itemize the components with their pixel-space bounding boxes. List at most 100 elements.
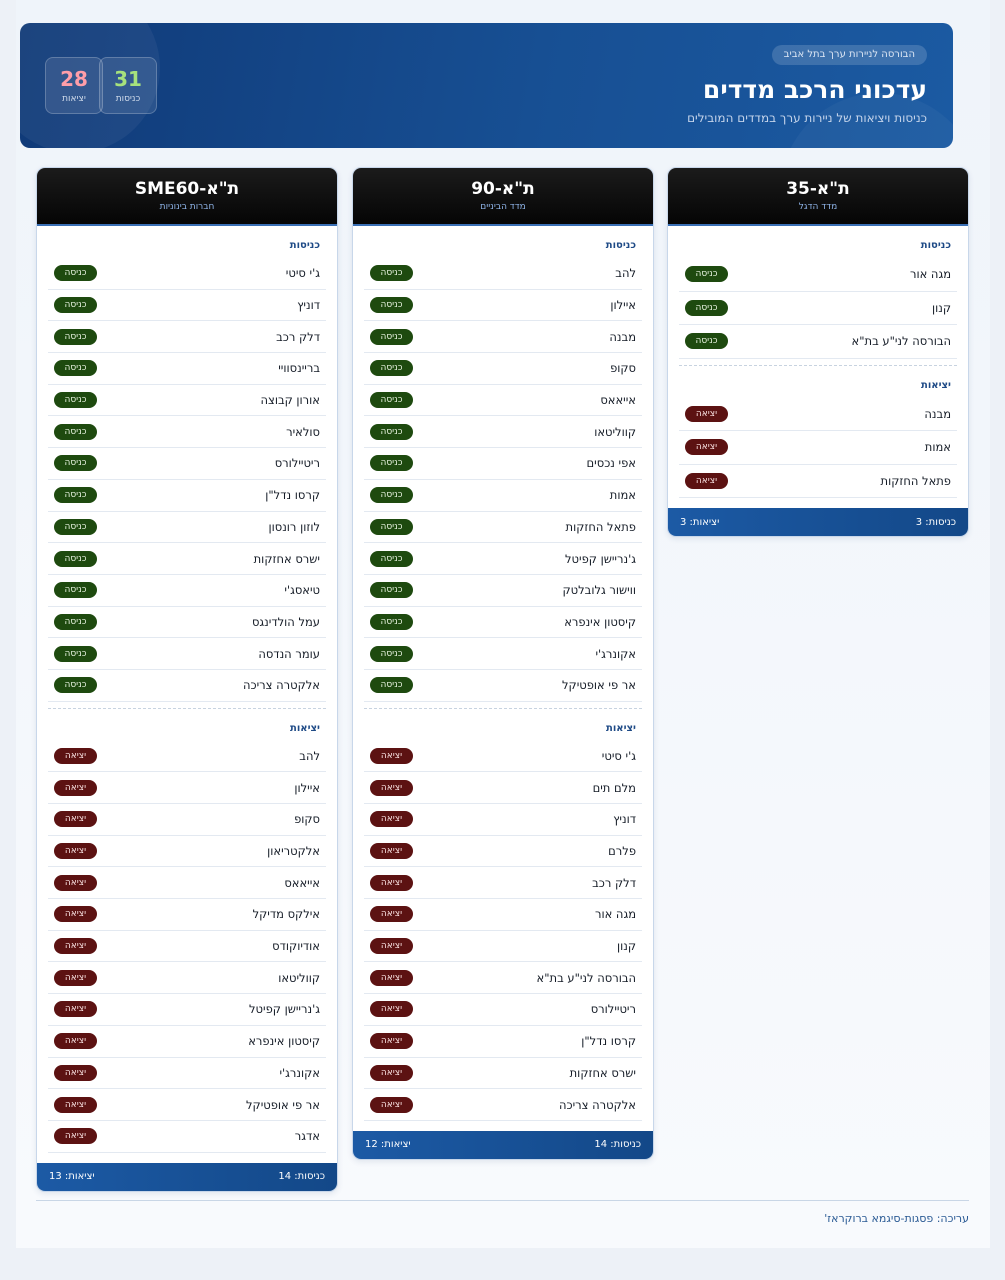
entries-section: כניסות ג'י סיטי כניסה דוניץ כניסה דלק רכב כניס… (37, 226, 337, 702)
list-item: הבורסה לני"ע בת"א יציאה (364, 962, 642, 995)
security-name: קרסו נדל"ן (581, 1034, 636, 1049)
list-item: אייאאס יציאה (48, 867, 326, 900)
list-item: אר פי אופטיקל יציאה (48, 1089, 326, 1121)
exit-badge: יציאה (370, 1033, 413, 1050)
footer-entries-count: כניסות: 14 (594, 1139, 641, 1151)
entries-stat: 31 כניסות (99, 57, 157, 114)
list-item: הבורסה לני"ע בת"א כניסה (679, 325, 957, 359)
list-item: פלרם יציאה (364, 836, 642, 868)
security-name: פלרם (608, 844, 636, 859)
entry-badge: כניסה (370, 360, 413, 377)
list-item: ישרס אחזקות יציאה (364, 1058, 642, 1090)
security-name: לוזון רונסון (268, 519, 320, 534)
list-item: אדגר יציאה (48, 1121, 326, 1153)
list-item: אייאאס כניסה (364, 385, 642, 417)
exit-badge: יציאה (54, 938, 97, 955)
security-name: ישרס אחזקות (253, 551, 320, 566)
exit-badge: יציאה (54, 779, 97, 796)
section-label: יציאות (606, 722, 636, 734)
section-label: כניסות (289, 240, 320, 251)
list-item: בריינסוויי כניסה (48, 353, 326, 385)
security-name: אמות (609, 488, 636, 503)
list-item: ג'נריישן קפיטל יציאה (48, 994, 326, 1026)
page-title: עדכוני הרכב מדדים (702, 75, 927, 104)
list-item: אלקטריאון יציאה (48, 836, 326, 868)
entry-badge: כניסה (370, 328, 413, 345)
exchange-badge: הבורסה לניירות ערך בתל אביב (771, 45, 927, 65)
list-item: מבנה כניסה (364, 321, 642, 354)
entries-count: 31 (114, 67, 142, 91)
list-item: אלקטרה צריכה יציאה (364, 1089, 642, 1121)
list-item: קרסו נדל"ן יציאה (364, 1026, 642, 1058)
security-name: איילון (610, 298, 636, 313)
list-item: אילקס מדיקל יציאה (48, 899, 326, 931)
footer-exits-count: יציאות: 12 (365, 1139, 411, 1151)
exit-badge: יציאה (54, 1001, 97, 1018)
exit-badge: יציאה (54, 969, 97, 986)
list-item: ריטיילורס יציאה (364, 994, 642, 1026)
security-name: קווליטאו (278, 970, 320, 985)
list-item: דוניץ יציאה (364, 804, 642, 836)
security-name: אדגר (294, 1129, 320, 1144)
security-name: קיסטון אינפרא (564, 614, 636, 629)
exit-badge: יציאה (370, 938, 413, 955)
exit-badge: יציאה (370, 1001, 413, 1018)
entry-badge: כניסה (54, 423, 97, 440)
exit-badge: יציאה (370, 747, 413, 764)
card-header: ת"א-35 מדד הדגל (668, 168, 968, 226)
exits-section: יציאות להב יציאה איילון יציאה סקופ יציאה אלקטרי… (37, 709, 337, 1153)
entry-badge: כניסה (54, 582, 97, 599)
security-name: להב (615, 266, 636, 281)
list-item: ג'נריישן קפיטל כניסה (364, 543, 642, 575)
security-name: אייאאס (284, 875, 320, 890)
entry-badge: כניסה (685, 333, 728, 350)
exit-badge: יציאה (370, 779, 413, 796)
footer-exits-count: יציאות: 13 (49, 1171, 95, 1183)
entries-section: כניסות מגה אור כניסה קנון כניסה הבורסה לני"ע … (668, 226, 968, 359)
security-name: אר פי אופטיקל (562, 678, 636, 693)
entries-section: כניסות להב כניסה איילון כניסה מבנה כניסה סקופ כנ… (353, 226, 653, 702)
entry-badge: כניסה (54, 360, 97, 377)
list-item: עומר הנדסה כניסה (48, 638, 326, 670)
security-name: טיאסג'י (284, 583, 320, 598)
security-name: ישרס אחזקות (569, 1065, 636, 1080)
list-item: אורון קבוצה כניסה (48, 385, 326, 417)
section-label: יציאות (290, 722, 320, 734)
list-item: קיסטון אינפרא כניסה (364, 607, 642, 639)
list-item: להב יציאה (48, 741, 326, 773)
list-item: ריטיילורס כניסה (48, 448, 326, 480)
list-item: דלק רכב יציאה (364, 867, 642, 900)
entry-badge: כניסה (370, 518, 413, 535)
security-name: אמות (924, 440, 951, 455)
security-name: סקופ (610, 361, 636, 376)
index-card-sme60: ת"א-SME60 חברות בינוניות כניסות ג'י סיטי כני… (36, 167, 338, 1192)
page-subtitle: כניסות ויציאות של ניירות ערך במדדים המוב… (687, 111, 927, 125)
exits-stat-label: יציאות (62, 94, 86, 104)
entry-badge: כניסה (370, 550, 413, 567)
footer-exits-count: יציאות: 3 (680, 516, 720, 528)
list-item: קיסטון אינפרא יציאה (48, 1026, 326, 1058)
entry-badge: כניסה (54, 613, 97, 630)
index-title: ת"א-35 (786, 179, 850, 199)
entry-badge: כניסה (370, 423, 413, 440)
exit-badge: יציאה (685, 405, 728, 422)
security-name: ג'י סיטי (601, 748, 636, 763)
list-item: פתאל החזקות כניסה (364, 512, 642, 544)
section-label: יציאות (921, 379, 951, 391)
list-item: קווליטאו כניסה (364, 416, 642, 449)
entry-badge: כניסה (370, 487, 413, 504)
list-item: סולאיר כניסה (48, 416, 326, 449)
security-name: אקונרג'י (595, 646, 636, 661)
exit-badge: יציאה (370, 906, 413, 923)
list-item: אודיוקודס יציאה (48, 931, 326, 963)
editor-credit: עריכה: פסגות-סיגמא ברוקראז' (824, 1212, 969, 1225)
list-item: להב כניסה (364, 258, 642, 290)
exit-badge: יציאה (370, 843, 413, 860)
security-name: קנון (931, 300, 951, 315)
security-name: להב (299, 748, 320, 763)
security-name: מלם תים (592, 780, 636, 795)
security-name: ג'י סיטי (285, 266, 320, 281)
entry-badge: כניסה (54, 550, 97, 567)
index-card-ta90: ת"א-90 מדד הביניים כניסות להב כניסה איילון כני… (352, 167, 654, 1160)
security-name: אייאאס (600, 393, 636, 408)
